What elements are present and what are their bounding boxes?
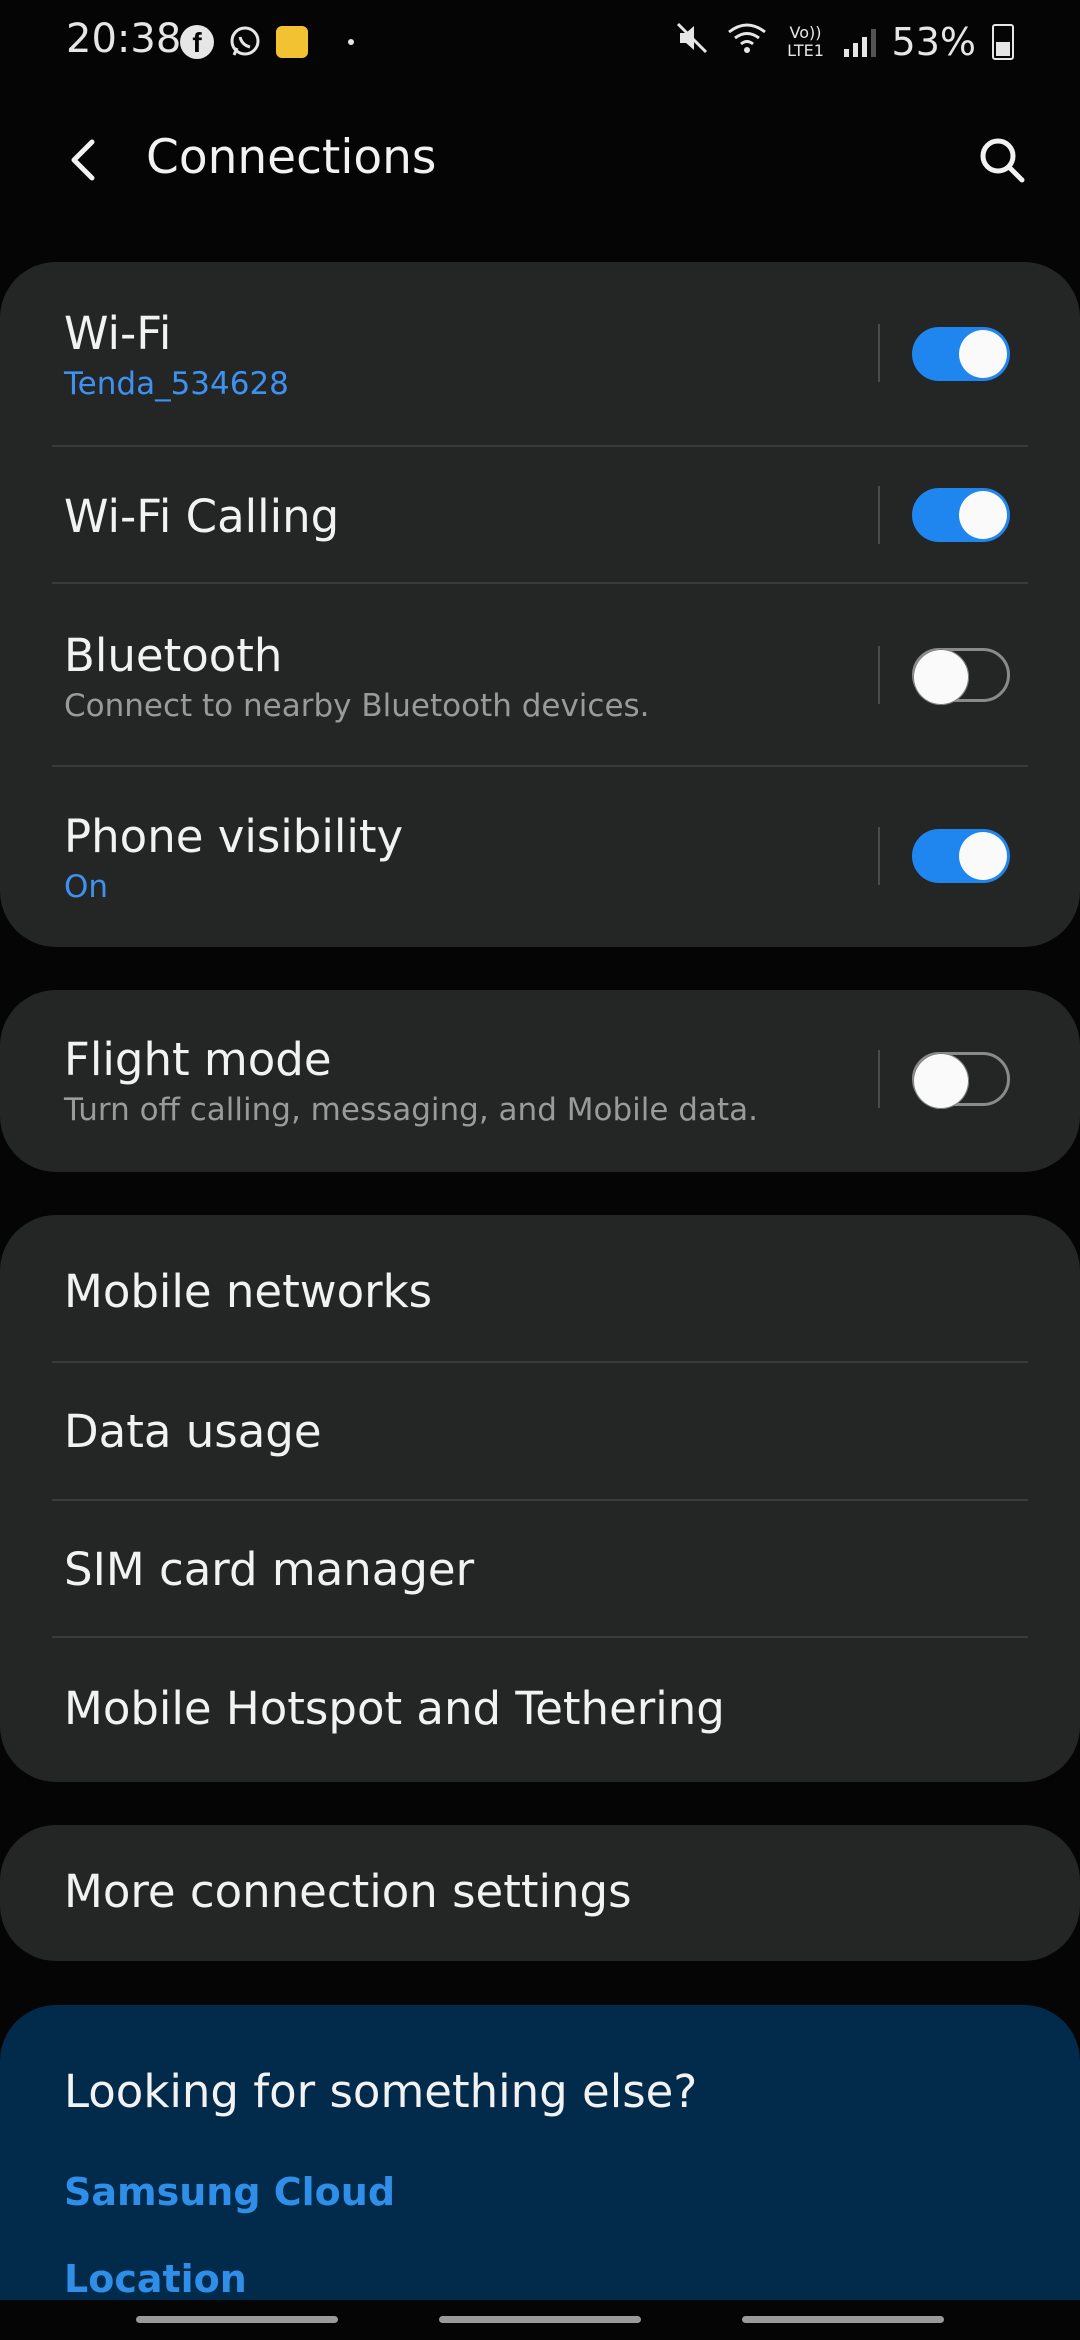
flight-mode-toggle[interactable] — [912, 1052, 1010, 1109]
more-connection-settings-title: More connection settings — [64, 1865, 632, 1918]
toggle-knob — [913, 1053, 969, 1109]
wifi-row[interactable]: Wi-Fi Tenda_534628 — [0, 262, 1080, 446]
wifi-toggle[interactable] — [912, 327, 1010, 381]
mobile-card: Mobile networks Data usage SIM card mana… — [0, 1215, 1080, 1782]
row-separator — [878, 646, 880, 704]
volte-icon: Vo)) LTE1 — [787, 23, 824, 60]
sim-card-manager-row[interactable]: SIM card manager — [0, 1501, 1080, 1637]
wifi-icon — [726, 20, 768, 65]
mute-icon — [674, 20, 710, 65]
gesture-nav-bar — [0, 2300, 1080, 2340]
signal-icon — [843, 27, 876, 57]
row-separator — [878, 827, 880, 885]
battery-icon — [992, 24, 1014, 60]
toggle-knob — [959, 330, 1007, 378]
data-usage-title: Data usage — [64, 1405, 322, 1458]
wifi-calling-row[interactable]: Wi-Fi Calling — [0, 447, 1080, 583]
row-separator — [878, 324, 880, 382]
toggle-knob — [959, 491, 1007, 539]
phone-visibility-row[interactable]: Phone visibility On — [0, 767, 1080, 947]
sim-card-manager-title: SIM card manager — [64, 1543, 475, 1596]
facebook-icon: f — [180, 25, 214, 59]
back-arrow-icon[interactable] — [56, 130, 116, 190]
toggle-knob — [959, 832, 1007, 880]
app-bar: Connections — [0, 110, 1080, 210]
bluetooth-row[interactable]: Bluetooth Connect to nearby Bluetooth de… — [0, 584, 1080, 766]
notification-icons: f — [180, 22, 354, 62]
phone-visibility-status: On — [64, 869, 109, 905]
wifi-title: Wi-Fi — [64, 307, 172, 360]
battery-percent: 53% — [891, 20, 976, 64]
more-settings-card: More connection settings — [0, 1825, 1080, 1961]
status-bar: 20:38 f Vo)) LTE1 53% — [0, 0, 1080, 84]
wifi-network-name: Tenda_534628 — [64, 366, 289, 402]
flight-mode-card: Flight mode Turn off calling, messaging,… — [0, 990, 1080, 1172]
location-link[interactable]: Location — [64, 2257, 247, 2300]
flight-mode-row[interactable]: Flight mode Turn off calling, messaging,… — [0, 990, 1080, 1172]
hotspot-tethering-row[interactable]: Mobile Hotspot and Tethering — [0, 1638, 1080, 1782]
nav-handle-left[interactable] — [136, 2316, 338, 2323]
row-separator — [878, 486, 880, 544]
flight-mode-subtitle: Turn off calling, messaging, and Mobile … — [64, 1092, 758, 1128]
nav-handle-center[interactable] — [439, 2316, 641, 2323]
status-time: 20:38 — [66, 16, 182, 62]
wifi-calling-title: Wi-Fi Calling — [64, 490, 340, 543]
wifi-calling-toggle[interactable] — [912, 488, 1010, 542]
mobile-networks-row[interactable]: Mobile networks — [0, 1215, 1080, 1362]
search-icon[interactable] — [972, 130, 1032, 190]
page-title: Connections — [146, 130, 437, 185]
toggle-knob — [913, 649, 969, 705]
phone-visibility-title: Phone visibility — [64, 810, 404, 863]
system-icons: Vo)) LTE1 53% — [674, 16, 1014, 68]
app-icon — [276, 26, 308, 58]
connections-card-main: Wi-Fi Tenda_534628 Wi-Fi Calling Bluetoo… — [0, 262, 1080, 947]
suggestions-card: Looking for something else? Samsung Clou… — [0, 2005, 1080, 2300]
bluetooth-title: Bluetooth — [64, 629, 283, 682]
samsung-cloud-link[interactable]: Samsung Cloud — [64, 2170, 395, 2214]
hotspot-tethering-title: Mobile Hotspot and Tethering — [64, 1682, 725, 1735]
more-notifications-dot — [348, 39, 354, 45]
row-separator — [878, 1050, 880, 1108]
flight-mode-title: Flight mode — [64, 1033, 332, 1086]
bluetooth-toggle[interactable] — [912, 648, 1010, 705]
phone-visibility-toggle[interactable] — [912, 829, 1010, 883]
suggestions-heading: Looking for something else? — [64, 2065, 698, 2118]
mobile-networks-title: Mobile networks — [64, 1265, 433, 1318]
more-connection-settings-row[interactable]: More connection settings — [0, 1825, 1080, 1961]
nav-handle-right[interactable] — [742, 2316, 944, 2323]
data-usage-row[interactable]: Data usage — [0, 1363, 1080, 1499]
whatsapp-icon — [228, 25, 262, 59]
bluetooth-subtitle: Connect to nearby Bluetooth devices. — [64, 688, 650, 724]
